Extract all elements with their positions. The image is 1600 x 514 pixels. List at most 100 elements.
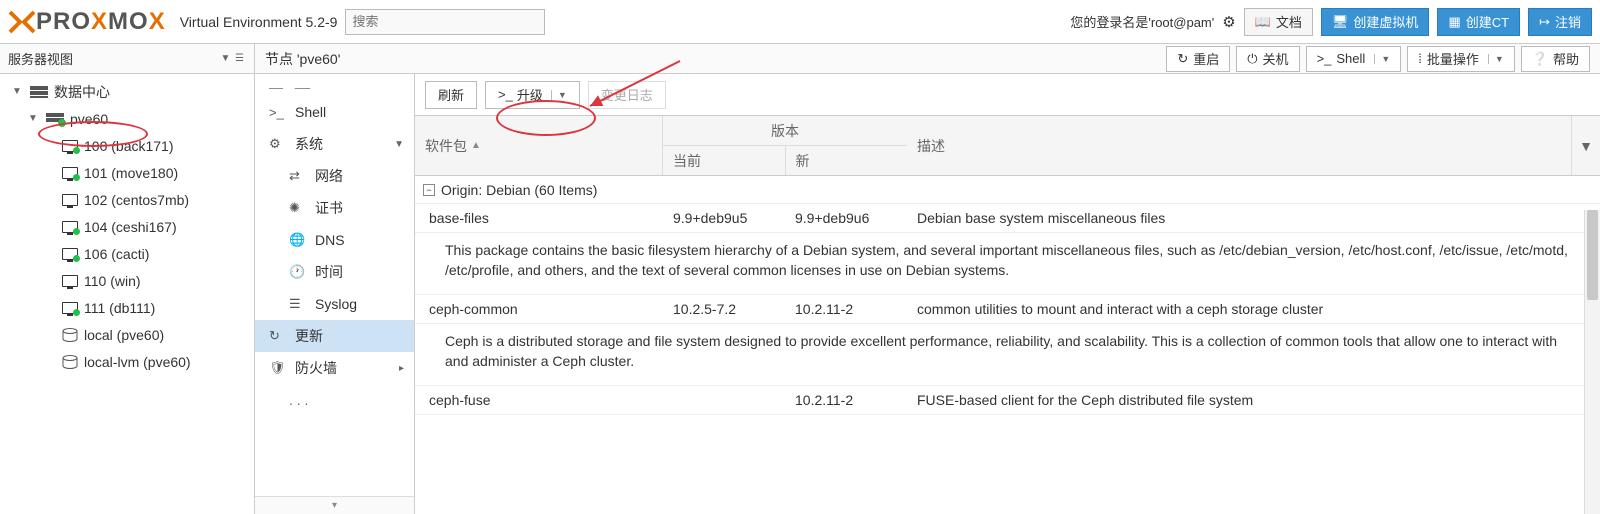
col-current[interactable]: 当前 [663,146,786,175]
refresh-icon: ↻ [269,328,285,344]
tree-storage-local[interactable]: local (pve60) [0,321,254,348]
restart-icon: ↻ [1177,51,1188,67]
tree-vm-104[interactable]: 104 (ceshi167) [0,213,254,240]
chevron-right-icon[interactable]: ▸ [399,363,404,374]
collapse-icon[interactable]: ▼ [12,86,24,97]
bulk-actions-button[interactable]: ⁞批量操作▼ [1407,46,1515,72]
vm-icon [62,140,78,152]
grid-body: − Origin: Debian (60 Items) base-files 9… [415,176,1600,514]
tree-vm-110[interactable]: 110 (win) [0,267,254,294]
upgrade-button[interactable]: >_升级▼ [485,81,580,109]
group-collapse-icon[interactable]: − [423,184,435,196]
cogs-icon: ⚙ [269,136,285,152]
column-menu-icon[interactable]: ▼ [1572,116,1600,175]
subnav-more[interactable]: . . . [255,384,414,416]
changelog-button: 变更日志 [588,81,666,109]
tree-storage-local-lvm[interactable]: local-lvm (pve60) [0,348,254,375]
status-online-icon [58,119,66,127]
tree-vm-111[interactable]: 111 (db111) [0,294,254,321]
help-button[interactable]: ❔帮助 [1521,46,1590,72]
subnav-overview-collapsed[interactable]: — –– [255,78,414,96]
subnav-shell[interactable]: >_Shell [255,96,414,128]
search-input[interactable] [345,9,545,35]
table-row[interactable]: ceph-fuse 10.2.11-2 FUSE-based client fo… [415,386,1600,415]
subnav-dns[interactable]: 🌐DNS [255,224,414,256]
vm-icon [62,302,78,314]
globe-icon: 🌐 [289,232,305,248]
settings-icon[interactable]: ☰ [233,52,246,65]
tree-vm-102[interactable]: 102 (centos7mb) [0,186,254,213]
subnav-collapse-toggle[interactable]: ▾ [255,496,414,514]
shutdown-button[interactable]: ⏻关机 [1236,46,1299,72]
vm-icon [62,275,78,287]
chevron-down-icon[interactable]: ▼ [1374,54,1390,64]
certificate-icon: ✺ [289,200,305,216]
terminal-icon: >_ [1317,51,1332,66]
proxmox-logo: PROXMOX [8,8,166,36]
group-row[interactable]: − Origin: Debian (60 Items) [415,176,1600,204]
monitor-icon: 🖥 [1332,14,1349,30]
chevron-down-icon[interactable]: ▼ [1488,54,1504,64]
terminal-icon: >_ [498,87,513,102]
subnav-updates[interactable]: ↻更新 [255,320,414,352]
logout-icon: ↦ [1539,14,1550,30]
row-detail: This package contains the basic filesyst… [415,233,1600,295]
scrollbar-thumb[interactable] [1587,210,1598,300]
top-header: PROXMOX Virtual Environment 5.2-9 您的登录名是… [0,0,1600,44]
refresh-button[interactable]: 刷新 [425,81,477,109]
shell-button[interactable]: >_Shell▼ [1306,46,1402,72]
logout-button[interactable]: ↦ 注销 [1528,8,1592,36]
table-row[interactable]: base-files 9.9+deb9u5 9.9+deb9u6 Debian … [415,204,1600,233]
subnav-network[interactable]: ⇄网络 [255,160,414,192]
clock-icon: 🕐 [289,264,305,280]
list-icon: ⁞ [1418,51,1422,66]
view-selector[interactable]: 服务器视图 ▼ ☰ [0,44,255,73]
cube-icon: ▦ [1448,14,1460,30]
chevron-down-icon[interactable]: ▼ [551,90,567,100]
col-package[interactable]: 软件包▲ [415,116,663,175]
subnav-syslog[interactable]: ☰Syslog [255,288,414,320]
subnav-system[interactable]: ⚙ 系统▼ [255,128,414,160]
sort-asc-icon: ▲ [471,140,481,151]
tree-datacenter[interactable]: ▼ 数据中心 [0,78,254,105]
list-icon: ☰ [289,296,305,312]
create-vm-button[interactable]: 🖥 创建虚拟机 [1321,8,1430,36]
docs-button[interactable]: 📖 文档 [1244,8,1313,36]
chevron-down-icon[interactable]: ▼ [394,139,404,150]
reboot-button[interactable]: ↻重启 [1166,46,1230,72]
power-icon: ⏻ [1247,51,1257,67]
gear-icon[interactable]: ⚙ [1222,13,1235,31]
vm-icon [62,167,78,179]
col-description[interactable]: 描述 [907,116,1572,175]
node-subnav: — –– >_Shell ⚙ 系统▼ ⇄网络 ✺证书 🌐DNS 🕐时间 ☰Sys… [255,74,415,514]
tree-vm-101[interactable]: 101 (move180) [0,159,254,186]
col-new[interactable]: 新 [786,146,908,175]
subnav-certificates[interactable]: ✺证书 [255,192,414,224]
table-row[interactable]: ceph-common 10.2.5-7.2 10.2.11-2 common … [415,295,1600,324]
global-search[interactable] [345,9,545,35]
version-label: Virtual Environment 5.2-9 [180,14,338,30]
tree-vm-100[interactable]: 100 (back171) [0,132,254,159]
subnav-firewall[interactable]: 🛡防火墙▸ [255,352,414,384]
help-icon: ❔ [1532,51,1548,67]
login-info: 您的登录名是'root@pam' [1070,12,1214,31]
updates-toolbar: 刷新 >_升级▼ 变更日志 [415,74,1600,116]
grid-header: 软件包▲ 版本 当前 新 描述 ▼ [415,116,1600,176]
tree-vm-106[interactable]: 106 (cacti) [0,240,254,267]
vm-icon [62,248,78,260]
tree-node-pve60[interactable]: ▼ pve60 [0,105,254,132]
shield-icon: 🛡 [269,360,285,376]
col-version: 版本 当前 新 [663,116,907,175]
subnav-time[interactable]: 🕐时间 [255,256,414,288]
collapse-icon[interactable]: ▼ [28,113,40,124]
book-icon: 📖 [1255,14,1271,30]
logo-x-icon [8,10,36,34]
chevron-down-icon[interactable]: ▼ [219,52,232,65]
storage-icon [62,328,78,342]
vm-icon [62,194,78,206]
server-icon [46,113,64,125]
updates-panel: 刷新 >_升级▼ 变更日志 软件包▲ 版本 当前 新 描述 ▼ − Origin… [415,74,1600,514]
view-row: 服务器视图 ▼ ☰ 节点 'pve60' ↻重启 ⏻关机 >_Shell▼ ⁞批… [0,44,1600,74]
create-ct-button[interactable]: ▦ 创建CT [1437,8,1520,36]
vertical-scrollbar[interactable] [1584,210,1600,514]
